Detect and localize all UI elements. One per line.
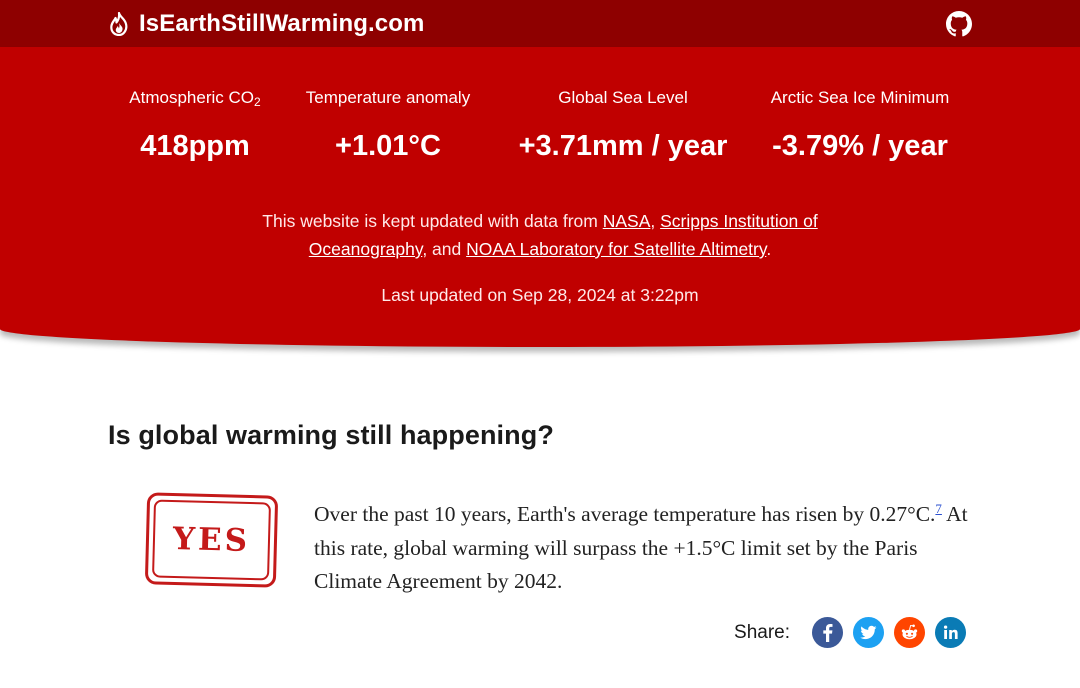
- facebook-share-button[interactable]: [812, 617, 843, 648]
- separator: .: [766, 239, 772, 259]
- noaa-link[interactable]: NOAA Laboratory for Satellite Altimetry: [466, 239, 766, 259]
- facebook-icon: [823, 624, 833, 642]
- twitter-share-button[interactable]: [853, 617, 884, 648]
- reddit-icon: [901, 624, 918, 640]
- stamp-text: YES: [172, 520, 251, 560]
- hero-banner: Atmospheric CO2 418ppm Temperature anoma…: [0, 47, 1080, 347]
- stat-value: -3.79% / year: [772, 130, 948, 162]
- separator: , and: [422, 239, 467, 259]
- linkedin-share-button[interactable]: [935, 617, 966, 648]
- data-sources-text: This website is kept updated with data f…: [230, 207, 850, 263]
- stat-label: Arctic Sea Ice Minimum: [770, 88, 950, 107]
- stat-co2: Atmospheric CO2 418ppm: [95, 85, 295, 163]
- linkedin-icon: [943, 625, 958, 639]
- flame-icon: [108, 11, 130, 36]
- last-updated-text: Last updated on Sep 28, 2024 at 3:22pm: [381, 285, 699, 305]
- share-label: Share:: [734, 621, 790, 643]
- answer-paragraph: Over the past 10 years, Earth's average …: [314, 491, 974, 599]
- separator: ,: [650, 211, 661, 231]
- site-brand-link[interactable]: IsEarthStillWarming.com: [108, 10, 424, 38]
- stat-temperature: Temperature anomaly +1.01°C: [288, 85, 488, 163]
- stat-label: Temperature anomaly: [305, 88, 471, 107]
- answer-text: Over the past 10 years, Earth's average …: [314, 502, 936, 527]
- top-bar: IsEarthStillWarming.com: [0, 0, 1080, 47]
- stat-value: +1.01°C: [335, 130, 441, 162]
- yes-stamp: YES: [144, 492, 279, 588]
- stat-value: 418ppm: [140, 130, 250, 162]
- stat-sea-ice: Arctic Sea Ice Minimum -3.79% / year: [740, 85, 980, 163]
- nasa-link[interactable]: NASA: [603, 211, 651, 231]
- stat-sea-level: Global Sea Level +3.71mm / year: [503, 85, 743, 163]
- github-icon[interactable]: [946, 10, 972, 37]
- stamp-inner-border: YES: [151, 499, 272, 581]
- sources-intro: This website is kept updated with data f…: [262, 211, 603, 231]
- share-bar: Share:: [734, 617, 966, 648]
- stat-label: Global Sea Level: [558, 88, 688, 107]
- stat-label: Atmospheric CO2: [129, 88, 261, 109]
- twitter-icon: [860, 625, 877, 640]
- site-title: IsEarthStillWarming.com: [139, 9, 425, 37]
- stat-value: +3.71mm / year: [518, 130, 728, 162]
- reddit-share-button[interactable]: [894, 617, 925, 648]
- page-question-heading: Is global warming still happening?: [108, 420, 554, 450]
